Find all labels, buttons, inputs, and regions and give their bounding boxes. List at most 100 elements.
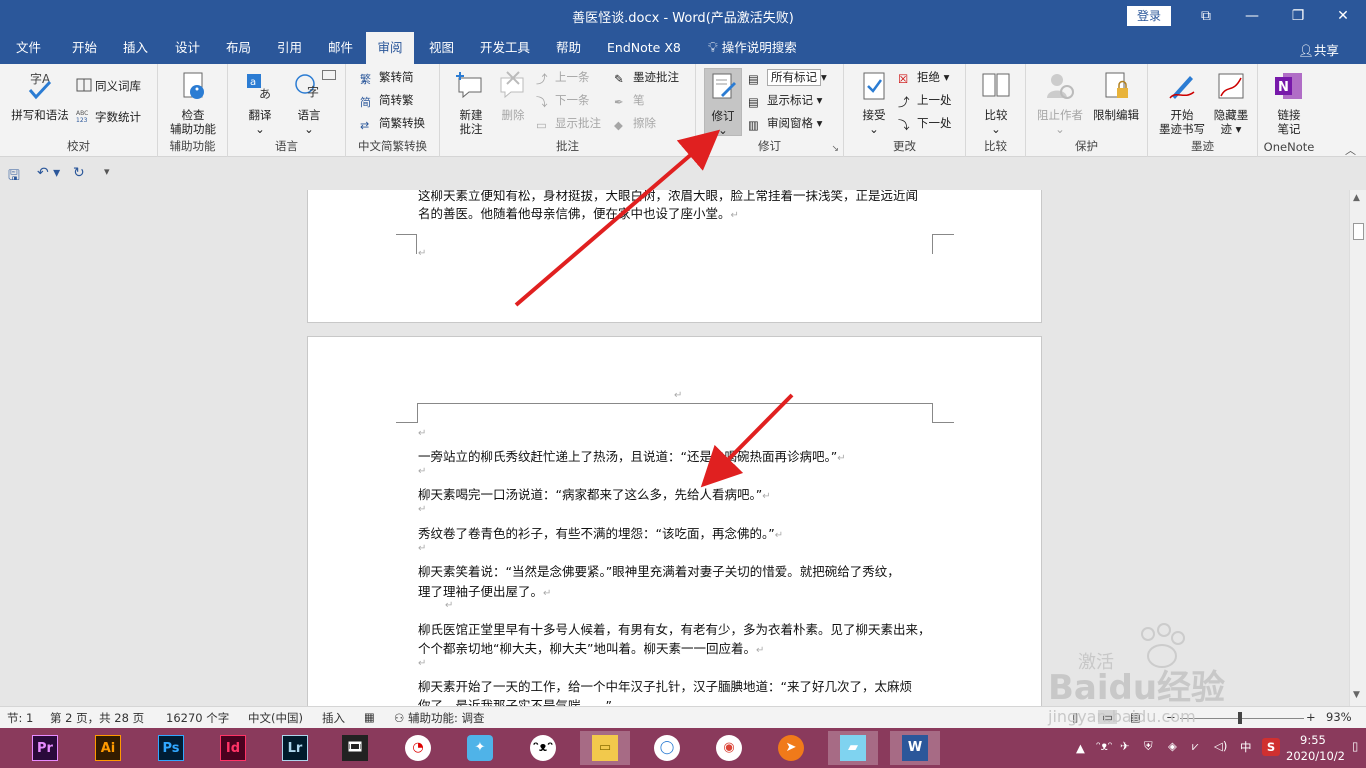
undo-icon[interactable]: ↶ ▾ bbox=[37, 165, 60, 181]
page-indicator[interactable]: 第 2 页，共 28 页 bbox=[50, 710, 144, 726]
tray-app-icon[interactable]: ◈ bbox=[1168, 739, 1177, 753]
sogou-icon[interactable]: S bbox=[1262, 738, 1280, 756]
word-app[interactable]: W bbox=[890, 731, 940, 765]
new-comment-button[interactable]: 新建 批注 bbox=[448, 68, 494, 136]
translate-button[interactable]: aあ 翻译 ⌄ bbox=[236, 68, 284, 136]
dialog-launcher-icon[interactable]: ↘ bbox=[831, 144, 839, 154]
browser-icon[interactable]: ◯ bbox=[642, 731, 692, 765]
notification-icon[interactable]: ▯ bbox=[1352, 739, 1358, 753]
accept-button[interactable]: 接受 ⌄ bbox=[852, 68, 896, 136]
illustrator-app[interactable]: Ai bbox=[83, 731, 133, 765]
zoom-in-button[interactable]: + bbox=[1306, 710, 1316, 724]
keyboard-icon[interactable] bbox=[322, 70, 336, 80]
reviewing-pane-button[interactable]: ▥ 审阅窗格 ▾ bbox=[748, 114, 822, 132]
tab-endnote[interactable]: EndNote X8 bbox=[603, 32, 685, 64]
tab-tell-me[interactable]: 💡︎ 操作说明搜索 bbox=[704, 32, 801, 64]
prev-comment-button[interactable]: ⤴ 上一条 bbox=[536, 68, 590, 86]
show-markup-button[interactable]: ▤ 显示标记 ▾ bbox=[748, 91, 822, 109]
spelling-grammar-button[interactable]: 字A 拼写和语法 bbox=[6, 68, 74, 122]
tab-developer[interactable]: 开发工具 bbox=[476, 32, 534, 64]
chat-bird-icon[interactable]: ✦ bbox=[455, 731, 505, 765]
vertical-scrollbar[interactable]: ▲ ▼ bbox=[1349, 190, 1366, 706]
save-icon[interactable]: 🖫︎ bbox=[8, 165, 20, 189]
close-button[interactable]: ✕ bbox=[1320, 0, 1366, 32]
photoshop-app[interactable]: Ps bbox=[146, 731, 196, 765]
zoom-slider[interactable] bbox=[1180, 718, 1304, 719]
qq-icon[interactable]: ᵔᴥᵔ bbox=[518, 731, 568, 765]
network-icon[interactable]: ⩗ bbox=[1192, 739, 1199, 754]
wps-icon[interactable]: ◔ bbox=[393, 731, 443, 765]
notes-icon[interactable]: ▰ bbox=[828, 731, 878, 765]
clock-date[interactable]: 2020/10/2 bbox=[1286, 749, 1345, 763]
tab-references[interactable]: 引用 bbox=[273, 32, 306, 64]
next-change-button[interactable]: ⤵ 下一处 bbox=[898, 114, 952, 132]
delete-comment-button[interactable]: 删除 bbox=[494, 68, 532, 122]
zoom-slider-thumb[interactable] bbox=[1238, 712, 1242, 724]
scroll-thumb[interactable] bbox=[1353, 223, 1364, 240]
linked-notes-button[interactable]: N 链接 笔记 bbox=[1264, 68, 1314, 136]
zoom-level[interactable]: 93% bbox=[1326, 710, 1352, 724]
chinese-conversion-button[interactable]: ⇄ 简繁转换 bbox=[360, 114, 425, 132]
markup-select[interactable]: ▤ 所有标记 ▾ bbox=[748, 68, 827, 86]
tab-mailings[interactable]: 邮件 bbox=[324, 32, 357, 64]
simp-to-trad-button[interactable]: 简简转繁 bbox=[360, 91, 414, 109]
tab-home[interactable]: 开始 bbox=[68, 32, 101, 64]
security-icon[interactable]: ⛨ bbox=[1144, 739, 1153, 754]
tab-insert[interactable]: 插入 bbox=[119, 32, 152, 64]
macro-record-icon[interactable]: ▦ bbox=[364, 710, 375, 724]
trad-to-simp-button[interactable]: 繁繁转简 bbox=[360, 68, 414, 86]
clock-time[interactable]: 9:55 bbox=[1300, 733, 1326, 747]
start-inking-button[interactable]: 开始 墨迹书写 bbox=[1154, 68, 1210, 136]
accessibility-status[interactable]: ⚇ 辅助功能: 调查 bbox=[394, 710, 485, 726]
block-authors-button[interactable]: 阻止作者 ⌄ bbox=[1032, 68, 1088, 136]
scroll-down-icon[interactable]: ▼ bbox=[1353, 690, 1360, 700]
chrome-icon[interactable]: ◉ bbox=[704, 731, 754, 765]
show-comments-button[interactable]: ▭ 显示批注 bbox=[536, 114, 601, 132]
ime-indicator[interactable]: 中 bbox=[1240, 739, 1252, 755]
paragraph-mark: ↵ bbox=[418, 504, 427, 515]
share-button[interactable]: 👤︎共享 bbox=[1298, 40, 1339, 59]
scroll-up-icon[interactable]: ▲ bbox=[1353, 193, 1360, 203]
word-count-indicator[interactable]: 16270 个字 bbox=[166, 710, 229, 726]
premiere-app[interactable]: Pr bbox=[20, 731, 70, 765]
track-changes-button[interactable]: 修订 ⌄ bbox=[704, 68, 742, 137]
indesign-app[interactable]: Id bbox=[208, 731, 258, 765]
ink-comment-button[interactable]: ✎ 墨迹批注 bbox=[614, 68, 679, 86]
volume-icon[interactable]: ◁) bbox=[1214, 739, 1227, 753]
lightroom-app[interactable]: Lr bbox=[270, 731, 320, 765]
minimize-button[interactable]: — bbox=[1229, 0, 1275, 32]
customize-qat-icon[interactable]: ▾ bbox=[104, 165, 110, 178]
tab-view[interactable]: 视图 bbox=[425, 32, 458, 64]
eraser-button[interactable]: ◆ 擦除 bbox=[614, 114, 656, 132]
file-explorer-icon[interactable]: ▭ bbox=[580, 731, 630, 765]
thesaurus-button[interactable]: 同义词库 bbox=[76, 77, 141, 95]
reject-button[interactable]: ☒ 拒绝 ▾ bbox=[898, 68, 949, 86]
tab-help[interactable]: 帮助 bbox=[552, 32, 585, 64]
track-changes-icon bbox=[712, 73, 736, 99]
show-hidden-icons[interactable]: ▲ bbox=[1076, 741, 1085, 755]
tab-design[interactable]: 设计 bbox=[171, 32, 204, 64]
tray-app-icon[interactable]: ✈ bbox=[1120, 739, 1130, 753]
login-button[interactable]: 登录 bbox=[1127, 6, 1171, 26]
restrict-editing-button[interactable]: 限制编辑 bbox=[1088, 68, 1144, 122]
next-comment-button[interactable]: ⤵ 下一条 bbox=[536, 91, 590, 109]
compare-button[interactable]: 比较 ⌄ bbox=[974, 68, 1018, 136]
word-count-button[interactable]: ABC 123 字数统计 bbox=[76, 108, 141, 126]
section-indicator[interactable]: 节: 1 bbox=[7, 710, 33, 726]
restore-button[interactable]: ❐ bbox=[1275, 0, 1321, 32]
media-player-icon[interactable]: ➤ bbox=[766, 731, 816, 765]
language-indicator[interactable]: 中文(中国) bbox=[248, 710, 303, 726]
previous-change-button[interactable]: ⤴ 上一处 bbox=[898, 91, 952, 109]
check-accessibility-button[interactable]: 检查 辅助功能 bbox=[162, 68, 224, 136]
redo-icon[interactable]: ↻ bbox=[73, 165, 85, 181]
ribbon-display-options-button[interactable]: ⧉ bbox=[1183, 0, 1229, 32]
tab-review[interactable]: 审阅 bbox=[366, 32, 414, 64]
collapse-ribbon-icon[interactable]: ︿ bbox=[1345, 142, 1356, 158]
qq-tray-icon[interactable]: ᵔᴥᵔ bbox=[1096, 739, 1113, 753]
hide-ink-button[interactable]: 隐藏墨 迹 ▾ bbox=[1206, 68, 1256, 136]
insert-mode-indicator[interactable]: 插入 bbox=[322, 710, 345, 726]
pen-button[interactable]: ✒ 笔 bbox=[614, 91, 645, 109]
video-editor-icon[interactable]: 🎞︎ bbox=[330, 731, 380, 765]
tab-layout[interactable]: 布局 bbox=[222, 32, 255, 64]
tab-file[interactable]: 文件 bbox=[12, 32, 45, 64]
